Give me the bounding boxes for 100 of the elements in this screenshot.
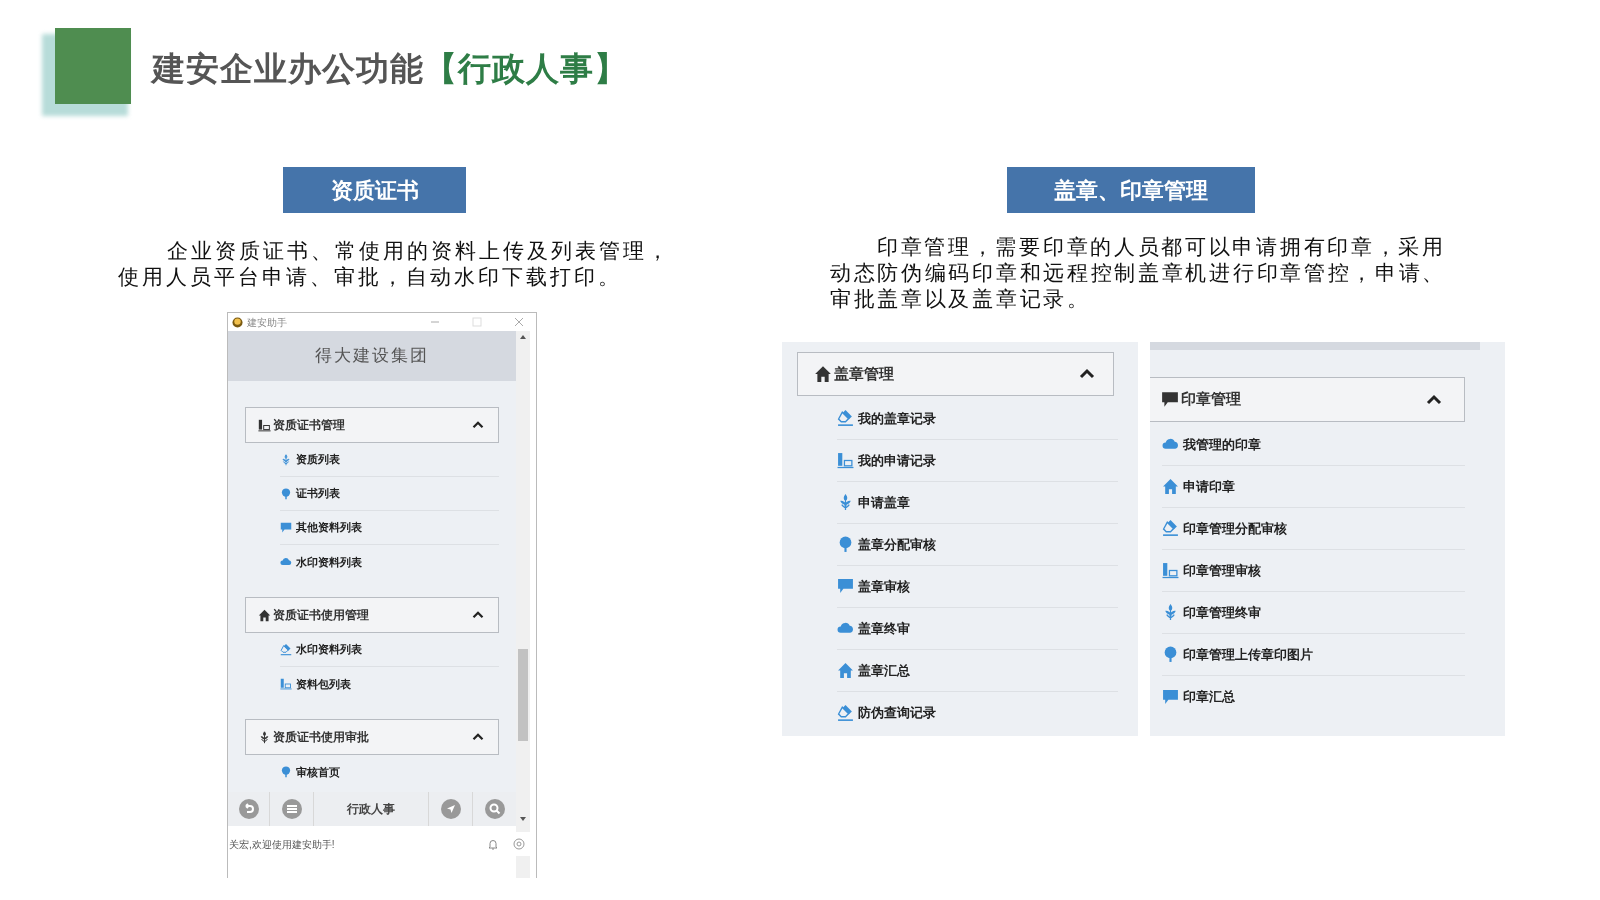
menu-item[interactable]: 印章管理审核	[1162, 550, 1465, 592]
menu-item-label: 我管理的印章	[1183, 435, 1261, 454]
bell-icon[interactable]	[487, 838, 499, 850]
bar-chart-icon	[280, 678, 292, 690]
app-logo-icon	[232, 316, 243, 328]
eraser-icon	[1162, 520, 1179, 537]
scrollbar-thumb[interactable]	[518, 649, 528, 741]
house-icon	[1162, 478, 1179, 495]
menu-item[interactable]: 盖章分配审核	[837, 524, 1118, 566]
menu-item[interactable]: 盖章审核	[837, 566, 1118, 608]
eraser-icon	[837, 410, 854, 427]
navigation-icon[interactable]	[440, 799, 461, 819]
menu-item-label: 资料包列表	[296, 676, 351, 692]
group-header[interactable]: 资质证书管理	[245, 407, 499, 443]
menu-item-label: 盖章终审	[858, 619, 910, 638]
menu-item-label: 申请印章	[1183, 477, 1235, 496]
speech-bubble-icon	[1161, 390, 1179, 409]
menu-item[interactable]: 我的盖章记录	[837, 398, 1118, 440]
menu-item[interactable]: 印章汇总	[1162, 676, 1465, 718]
chevron-up-icon[interactable]	[472, 731, 484, 743]
group-label: 盖章管理	[834, 363, 894, 384]
bar-chart-icon	[837, 452, 854, 469]
menu-item[interactable]: 印章管理分配审核	[1162, 508, 1465, 550]
chevron-up-icon[interactable]	[472, 419, 484, 431]
menu-item[interactable]: 申请盖章	[837, 482, 1118, 524]
menu-item[interactable]: 资料包列表	[280, 667, 499, 701]
settings-icon[interactable]	[513, 838, 525, 850]
menu-item[interactable]: 盖章终审	[837, 608, 1118, 650]
bar-chart-icon	[1162, 562, 1179, 579]
menu-item[interactable]: 我的申请记录	[837, 440, 1118, 482]
menu-item-label: 证书列表	[296, 486, 340, 502]
menu-item[interactable]: 我管理的印章	[1162, 424, 1465, 466]
menu-item[interactable]: 水印资料列表	[280, 633, 499, 667]
speech-bubble-icon	[280, 521, 292, 534]
tree-icon	[837, 536, 854, 553]
close-icon[interactable]	[514, 317, 524, 327]
menu-item[interactable]: 盖章汇总	[837, 650, 1118, 692]
speech-bubble-icon	[837, 578, 854, 595]
menu-item-label: 印章管理审核	[1183, 561, 1261, 580]
menu-item[interactable]: 审核首页	[280, 755, 499, 789]
menu-item-label: 印章汇总	[1183, 688, 1235, 707]
menu-item[interactable]: 印章管理上传章印图片	[1162, 634, 1465, 676]
menu-item-label: 印章管理分配审核	[1183, 519, 1287, 538]
eraser-icon	[837, 704, 854, 722]
group-label: 印章管理	[1181, 389, 1241, 410]
window-title: 建安助手	[247, 315, 287, 330]
sprout-icon	[280, 453, 292, 466]
menu-item[interactable]: 水印资料列表	[280, 545, 499, 579]
menu-item[interactable]: 其他资料列表	[280, 511, 499, 545]
cloud-icon	[280, 556, 292, 568]
scroll-up-icon[interactable]	[520, 335, 526, 339]
group-header[interactable]: 盖章管理	[797, 352, 1114, 396]
group-header[interactable]: 资质证书使用审批	[245, 719, 499, 755]
scroll-down-icon[interactable]	[520, 817, 526, 821]
tree-icon	[280, 487, 292, 500]
menu-item-label: 我的申请记录	[858, 451, 936, 470]
menu-item-label: 我的盖章记录	[858, 409, 936, 428]
menu-icon[interactable]	[281, 799, 302, 819]
house-icon	[814, 365, 832, 383]
menu-item-label: 防伪查询记录	[858, 704, 936, 723]
menu-item-label: 申请盖章	[858, 493, 910, 512]
menu-item-label: 资质列表	[296, 452, 340, 468]
search-icon[interactable]	[484, 799, 505, 819]
menu-item-label: 盖章汇总	[858, 661, 910, 680]
menu-item-label: 印章管理上传章印图片	[1183, 645, 1313, 664]
eraser-icon	[280, 643, 292, 656]
menu-item-label: 水印资料列表	[296, 554, 362, 570]
group-header[interactable]: 资质证书使用管理	[245, 597, 499, 633]
tree-icon	[280, 766, 292, 778]
welcome-message: 关宏,欢迎使用建安助手!	[229, 837, 336, 852]
menu-item[interactable]: 证书列表	[280, 477, 499, 511]
menu-item[interactable]: 防伪查询记录	[837, 692, 1118, 734]
section-label: 资质证书	[283, 167, 466, 213]
menu-item[interactable]: 资质列表	[280, 443, 499, 477]
chevron-up-icon[interactable]	[472, 609, 484, 621]
section-description: 企业资质证书、常使用的资料上传及列表管理，使用人员平台申请、审批，自动水印下载打印。	[118, 238, 672, 290]
speech-bubble-icon	[1162, 688, 1179, 706]
menu-item[interactable]: 印章管理终审	[1162, 592, 1465, 634]
menu-item-label: 盖章分配审核	[858, 535, 936, 554]
group-header[interactable]: 印章管理	[1150, 377, 1465, 422]
menu-item-label: 盖章审核	[858, 577, 910, 596]
back-icon[interactable]	[238, 799, 259, 819]
group-label: 资质证书使用管理	[273, 607, 369, 624]
tree-icon	[1162, 646, 1179, 663]
title-tag: 【行政人事】	[424, 44, 628, 94]
scrollbar[interactable]	[516, 331, 530, 878]
house-icon	[837, 662, 854, 679]
section-description: 印章管理，需要印章的人员都可以申请拥有印章，采用动态防伪编码印章和远程控制盖章机进行印章管控，申请、审批盖章以及盖章记录。	[830, 234, 1448, 312]
sprout-icon	[258, 730, 271, 744]
menu-item-label: 印章管理终审	[1183, 603, 1261, 622]
menu-item-label: 其他资料列表	[296, 520, 362, 536]
group-label: 资质证书使用审批	[273, 729, 369, 746]
company-header: 得大建设集团	[228, 331, 516, 381]
toolbar-label: 行政人事	[346, 801, 396, 818]
menu-item[interactable]: 申请印章	[1162, 466, 1465, 508]
slide-title: 建安企业办公功能	[152, 49, 424, 89]
section-label: 盖章、印章管理	[1007, 167, 1255, 213]
house-icon	[258, 608, 271, 622]
menu-item-label: 审核首页	[296, 764, 340, 780]
group-label: 资质证书管理	[273, 417, 345, 434]
